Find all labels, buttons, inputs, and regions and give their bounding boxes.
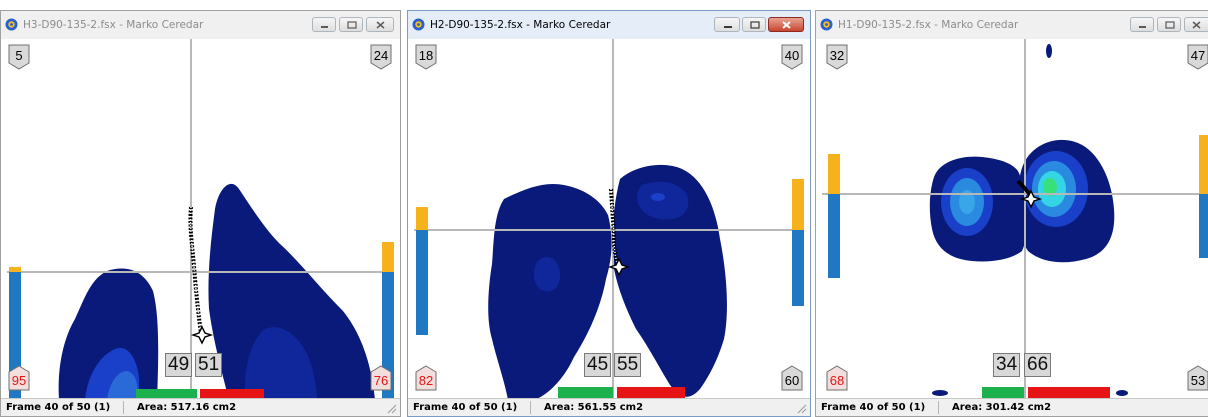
- close-button[interactable]: [1184, 17, 1208, 32]
- split-percent-left: 34: [993, 353, 1021, 377]
- corner-badge-top-right: 40: [780, 43, 804, 71]
- minimize-button[interactable]: [714, 17, 740, 32]
- left-bar-top: [416, 207, 428, 230]
- green-split-bar: [558, 387, 613, 398]
- corner-badge-bottom-right: 53: [1186, 364, 1208, 392]
- close-icon: [1192, 21, 1201, 29]
- app-icon: [820, 18, 833, 31]
- right-bar-top: [792, 179, 804, 230]
- split-percent-right: 66: [1024, 353, 1052, 377]
- pressure-map[interactable]: 32 47 68 53 34 66: [822, 39, 1208, 398]
- corner-badge-bottom-right: 76: [369, 364, 393, 392]
- cop-marker-icon: [190, 325, 214, 345]
- status-area: Area: 517.16 cm2: [137, 402, 237, 413]
- status-bar: Frame 40 of 50 (1) Area: 301.42 cm2: [816, 398, 1208, 416]
- left-bar-top: [9, 267, 21, 272]
- status-divider: [530, 401, 531, 414]
- pressure-window-h3[interactable]: H3-D90-135-2.fsx - Marko Ceredar 5 24 95…: [0, 10, 401, 417]
- corner-badge-bottom-right: 60: [780, 364, 804, 392]
- resize-grip-icon[interactable]: [797, 404, 807, 414]
- green-split-bar: [982, 387, 1024, 398]
- pressure-region-left-mid: [534, 256, 560, 292]
- app-icon: [5, 18, 18, 31]
- pressure-map[interactable]: 18 40 82 60 45 55: [414, 39, 804, 398]
- corner-badge-top-left: 32: [825, 43, 849, 71]
- pressure-spot: [1116, 390, 1128, 396]
- minimize-icon: [321, 26, 328, 28]
- corner-badge-top-right: 47: [1186, 43, 1208, 71]
- pressure-region-top: [1046, 44, 1052, 58]
- corner-badge-top-left: 18: [414, 43, 438, 71]
- pressure-window-h2[interactable]: H2-D90-135-2.fsx - Marko Ceredar 18 40 8…: [407, 10, 811, 417]
- red-split-bar: [200, 389, 264, 398]
- left-bar-bottom: [828, 194, 840, 278]
- split-percent-right: 51: [195, 353, 223, 377]
- right-bar-bottom: [792, 230, 804, 306]
- title-bar[interactable]: H1-D90-135-2.fsx - Marko Ceredar: [816, 11, 1208, 39]
- split-percent-left: 49: [165, 353, 193, 377]
- pressure-window-h1[interactable]: H1-D90-135-2.fsx - Marko Ceredar 32 47 6…: [815, 10, 1208, 417]
- pressure-region-right-peak: [651, 193, 665, 201]
- minimize-icon: [724, 26, 732, 28]
- cop-trace: [188, 206, 203, 334]
- window-title: H3-D90-135-2.fsx - Marko Ceredar: [23, 19, 204, 31]
- maximize-icon: [347, 21, 357, 29]
- maximize-icon: [750, 21, 760, 29]
- close-icon: [782, 21, 791, 29]
- pressure-map-canvas: [414, 39, 804, 398]
- minimize-button[interactable]: [1130, 17, 1154, 32]
- split-percent-right: 55: [614, 353, 642, 377]
- right-bar-top: [382, 242, 394, 272]
- title-bar[interactable]: H2-D90-135-2.fsx - Marko Ceredar: [408, 11, 810, 39]
- corner-badge-top-right: 24: [369, 43, 393, 71]
- status-area: Area: 301.42 cm2: [952, 402, 1052, 413]
- close-icon: [376, 21, 385, 29]
- status-divider: [938, 401, 939, 414]
- left-bar-bottom: [416, 230, 428, 335]
- pressure-map[interactable]: 5 24 95 76 49 51: [7, 39, 394, 398]
- status-area: Area: 561.55 cm2: [544, 402, 644, 413]
- maximize-button[interactable]: [742, 17, 766, 32]
- right-bar-top: [1199, 135, 1208, 194]
- status-bar: Frame 40 of 50 (1) Area: 517.16 cm2: [1, 398, 400, 416]
- status-frame: Frame 40 of 50 (1): [413, 402, 518, 413]
- pressure-map-canvas: [822, 39, 1208, 398]
- app-icon: [412, 18, 425, 31]
- minimize-icon: [1139, 26, 1146, 28]
- corner-badge-bottom-left: 68: [825, 364, 849, 392]
- red-split-bar: [1028, 387, 1110, 398]
- maximize-icon: [1165, 21, 1175, 29]
- red-split-bar: [617, 387, 685, 398]
- split-percent-left: 45: [584, 353, 612, 377]
- pressure-map-canvas: [7, 39, 394, 398]
- status-frame: Frame 40 of 50 (1): [821, 402, 926, 413]
- close-button[interactable]: [768, 17, 804, 32]
- maximize-button[interactable]: [1157, 17, 1181, 32]
- corner-badge-bottom-left: 95: [7, 364, 31, 392]
- status-divider: [123, 401, 124, 414]
- status-bar: Frame 40 of 50 (1) Area: 561.55 cm2: [408, 398, 810, 416]
- right-bar-bottom: [1199, 194, 1208, 258]
- title-bar[interactable]: H3-D90-135-2.fsx - Marko Ceredar: [1, 11, 400, 39]
- window-title: H1-D90-135-2.fsx - Marko Ceredar: [838, 19, 1019, 31]
- window-title: H2-D90-135-2.fsx - Marko Ceredar: [430, 19, 611, 31]
- corner-badge-bottom-left: 82: [414, 364, 438, 392]
- minimize-button[interactable]: [312, 17, 336, 32]
- status-frame: Frame 40 of 50 (1): [6, 402, 111, 413]
- resize-grip-icon[interactable]: [387, 404, 397, 414]
- left-bar-top: [828, 154, 840, 194]
- green-split-bar: [136, 389, 197, 398]
- close-button[interactable]: [366, 17, 394, 32]
- corner-badge-top-left: 5: [7, 43, 31, 71]
- maximize-button[interactable]: [339, 17, 363, 32]
- pressure-spot: [932, 390, 948, 396]
